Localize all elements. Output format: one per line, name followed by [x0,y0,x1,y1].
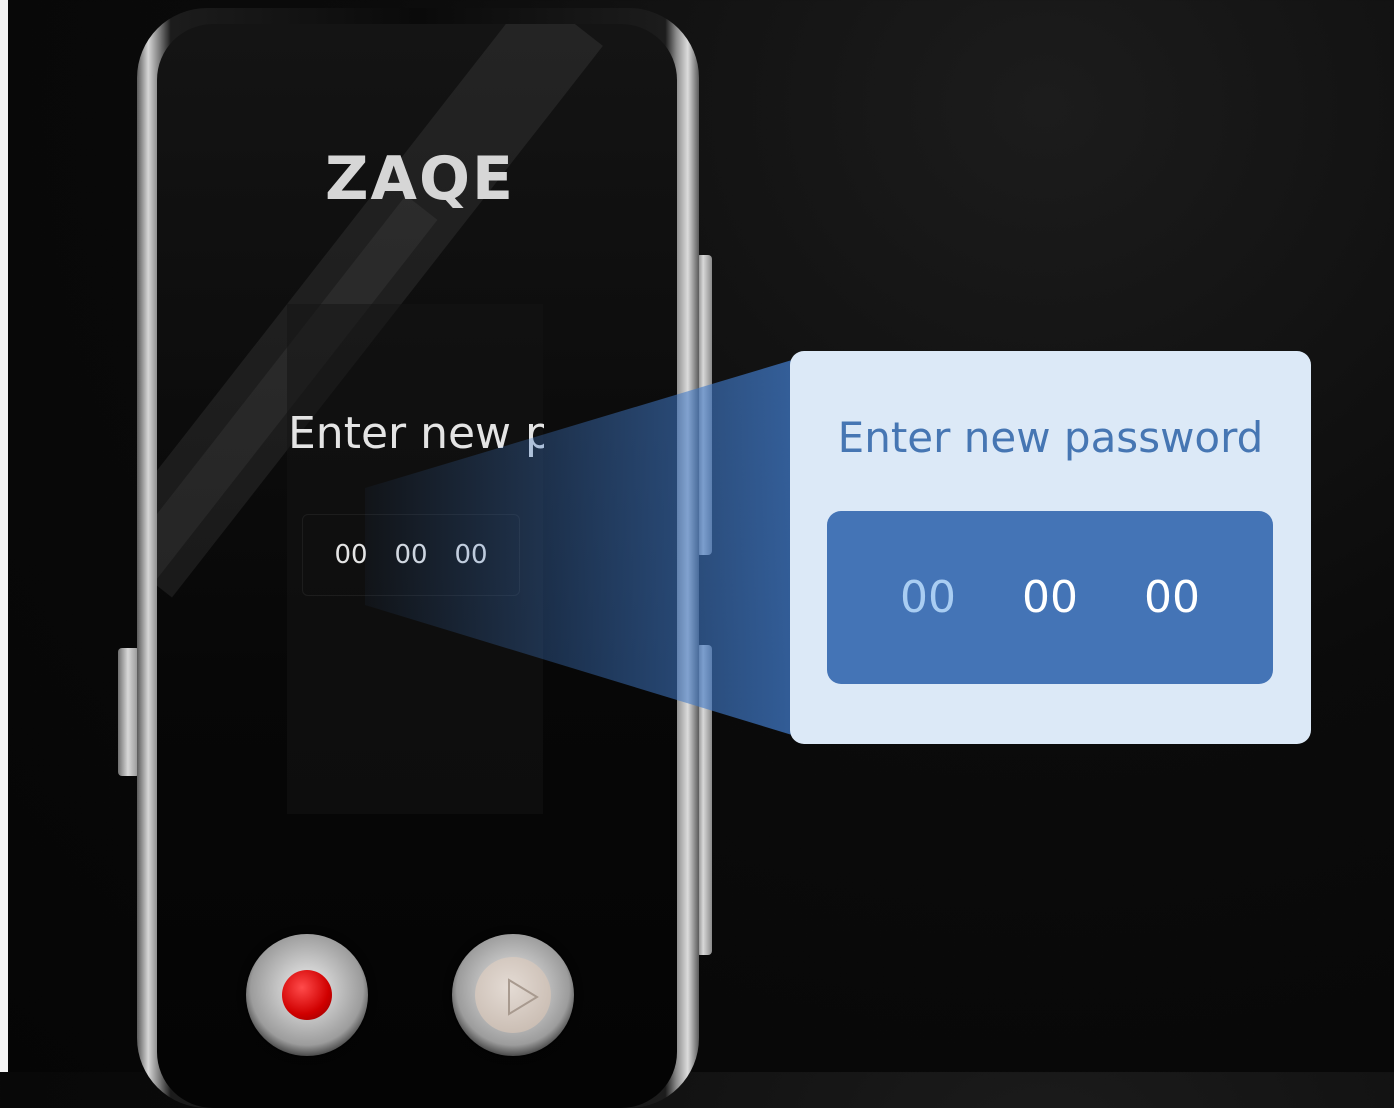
callout-title: Enter new password [837,413,1264,462]
callout-digit-2: 00 [1022,572,1078,623]
callout-digit-1: 00 [900,572,956,623]
callout-password-box: 00 00 00 [827,511,1273,684]
callout-digit-3: 00 [1144,572,1200,623]
zoom-callout: Enter new password 00 00 00 [790,351,1311,744]
